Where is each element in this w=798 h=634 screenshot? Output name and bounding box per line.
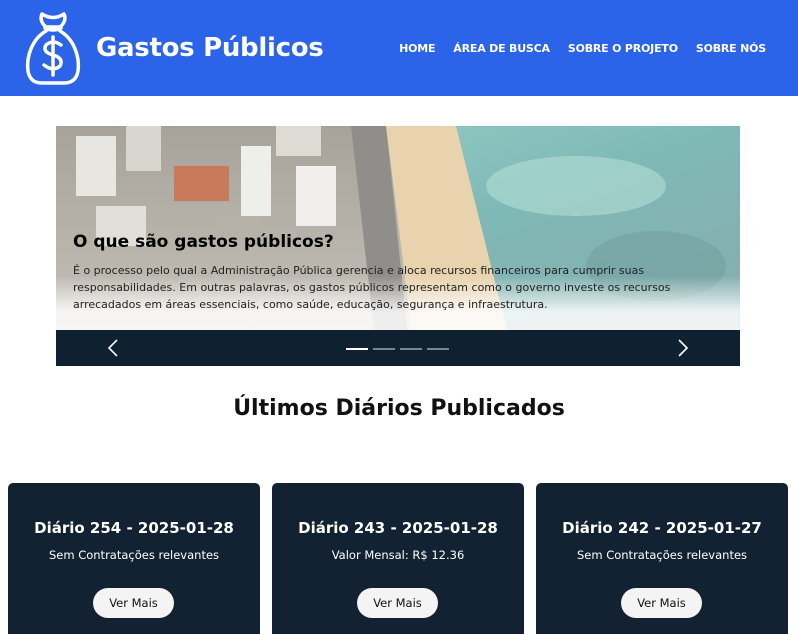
carousel-caption-text: É o processo pelo qual a Administração P… [73, 264, 671, 311]
chevron-right-icon[interactable] [672, 338, 692, 358]
diary-card: Diário 243 - 2025-01-28 Valor Mensal: R$… [272, 483, 524, 634]
hero-carousel: O que são gastos públicos? É o processo … [56, 126, 740, 366]
card-subtitle: Sem Contratações relevantes [48, 548, 220, 562]
card-title: Diário 254 - 2025-01-28 [34, 519, 234, 537]
diary-card: Diário 242 - 2025-01-27 Sem Contratações… [536, 483, 788, 634]
nav-about-project[interactable]: SOBRE O PROJETO [568, 42, 678, 55]
nav-search-area[interactable]: ÁREA DE BUSCA [453, 42, 550, 55]
site-brand[interactable]: Gastos Públicos [96, 33, 324, 63]
carousel-caption-title: O que são gastos públicos? [73, 232, 334, 252]
diary-card: Diário 254 - 2025-01-28 Sem Contratações… [8, 483, 260, 634]
carousel-controls [56, 330, 740, 366]
see-more-button[interactable]: Ver Mais [621, 588, 702, 618]
section-title: Últimos Diários Publicados [233, 396, 565, 421]
carousel-indicator-2[interactable] [373, 348, 395, 350]
card-title: Diário 243 - 2025-01-28 [298, 519, 498, 537]
see-more-button[interactable]: Ver Mais [93, 588, 174, 618]
carousel-indicator-1[interactable] [346, 348, 368, 350]
nav-about-us[interactable]: SOBRE NÓS [696, 42, 766, 55]
card-subtitle: Sem Contratações relevantes [576, 548, 748, 562]
carousel-indicator-4[interactable] [427, 348, 449, 350]
nav-home[interactable]: HOME [399, 42, 435, 55]
card-title: Diário 242 - 2025-01-27 [562, 519, 762, 537]
card-subtitle: Valor Mensal: R$ 12.36 [331, 548, 465, 562]
site-header: Gastos Públicos HOME ÁREA DE BUSCA SOBRE… [0, 0, 798, 96]
carousel-indicators [346, 348, 454, 350]
chevron-left-icon[interactable] [104, 338, 124, 358]
main-nav: HOME ÁREA DE BUSCA SOBRE O PROJETO SOBRE… [381, 42, 766, 55]
carousel-indicator-3[interactable] [400, 348, 422, 350]
money-bag-icon[interactable] [24, 9, 82, 87]
see-more-button[interactable]: Ver Mais [357, 588, 438, 618]
